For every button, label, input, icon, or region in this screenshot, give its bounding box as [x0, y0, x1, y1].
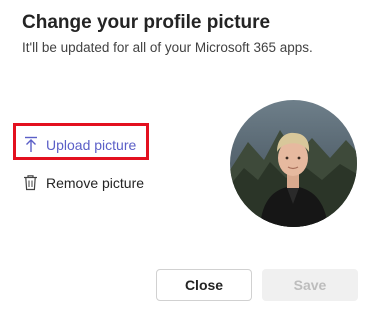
upload-picture-label: Upload picture	[46, 136, 137, 153]
dialog-subtitle: It'll be updated for all of your Microso…	[22, 40, 313, 55]
remove-picture-link[interactable]: Remove picture	[22, 173, 144, 192]
dialog-title: Change your profile picture	[22, 12, 271, 33]
profile-picture-dialog: Change your profile picture It'll be upd…	[0, 0, 376, 321]
upload-picture-link[interactable]: Upload picture	[22, 135, 136, 154]
trash-icon	[22, 173, 39, 192]
profile-avatar	[230, 100, 357, 227]
close-button[interactable]: Close	[156, 269, 252, 301]
upload-icon	[22, 135, 39, 154]
remove-picture-label: Remove picture	[46, 174, 145, 191]
save-button[interactable]: Save	[262, 269, 358, 301]
